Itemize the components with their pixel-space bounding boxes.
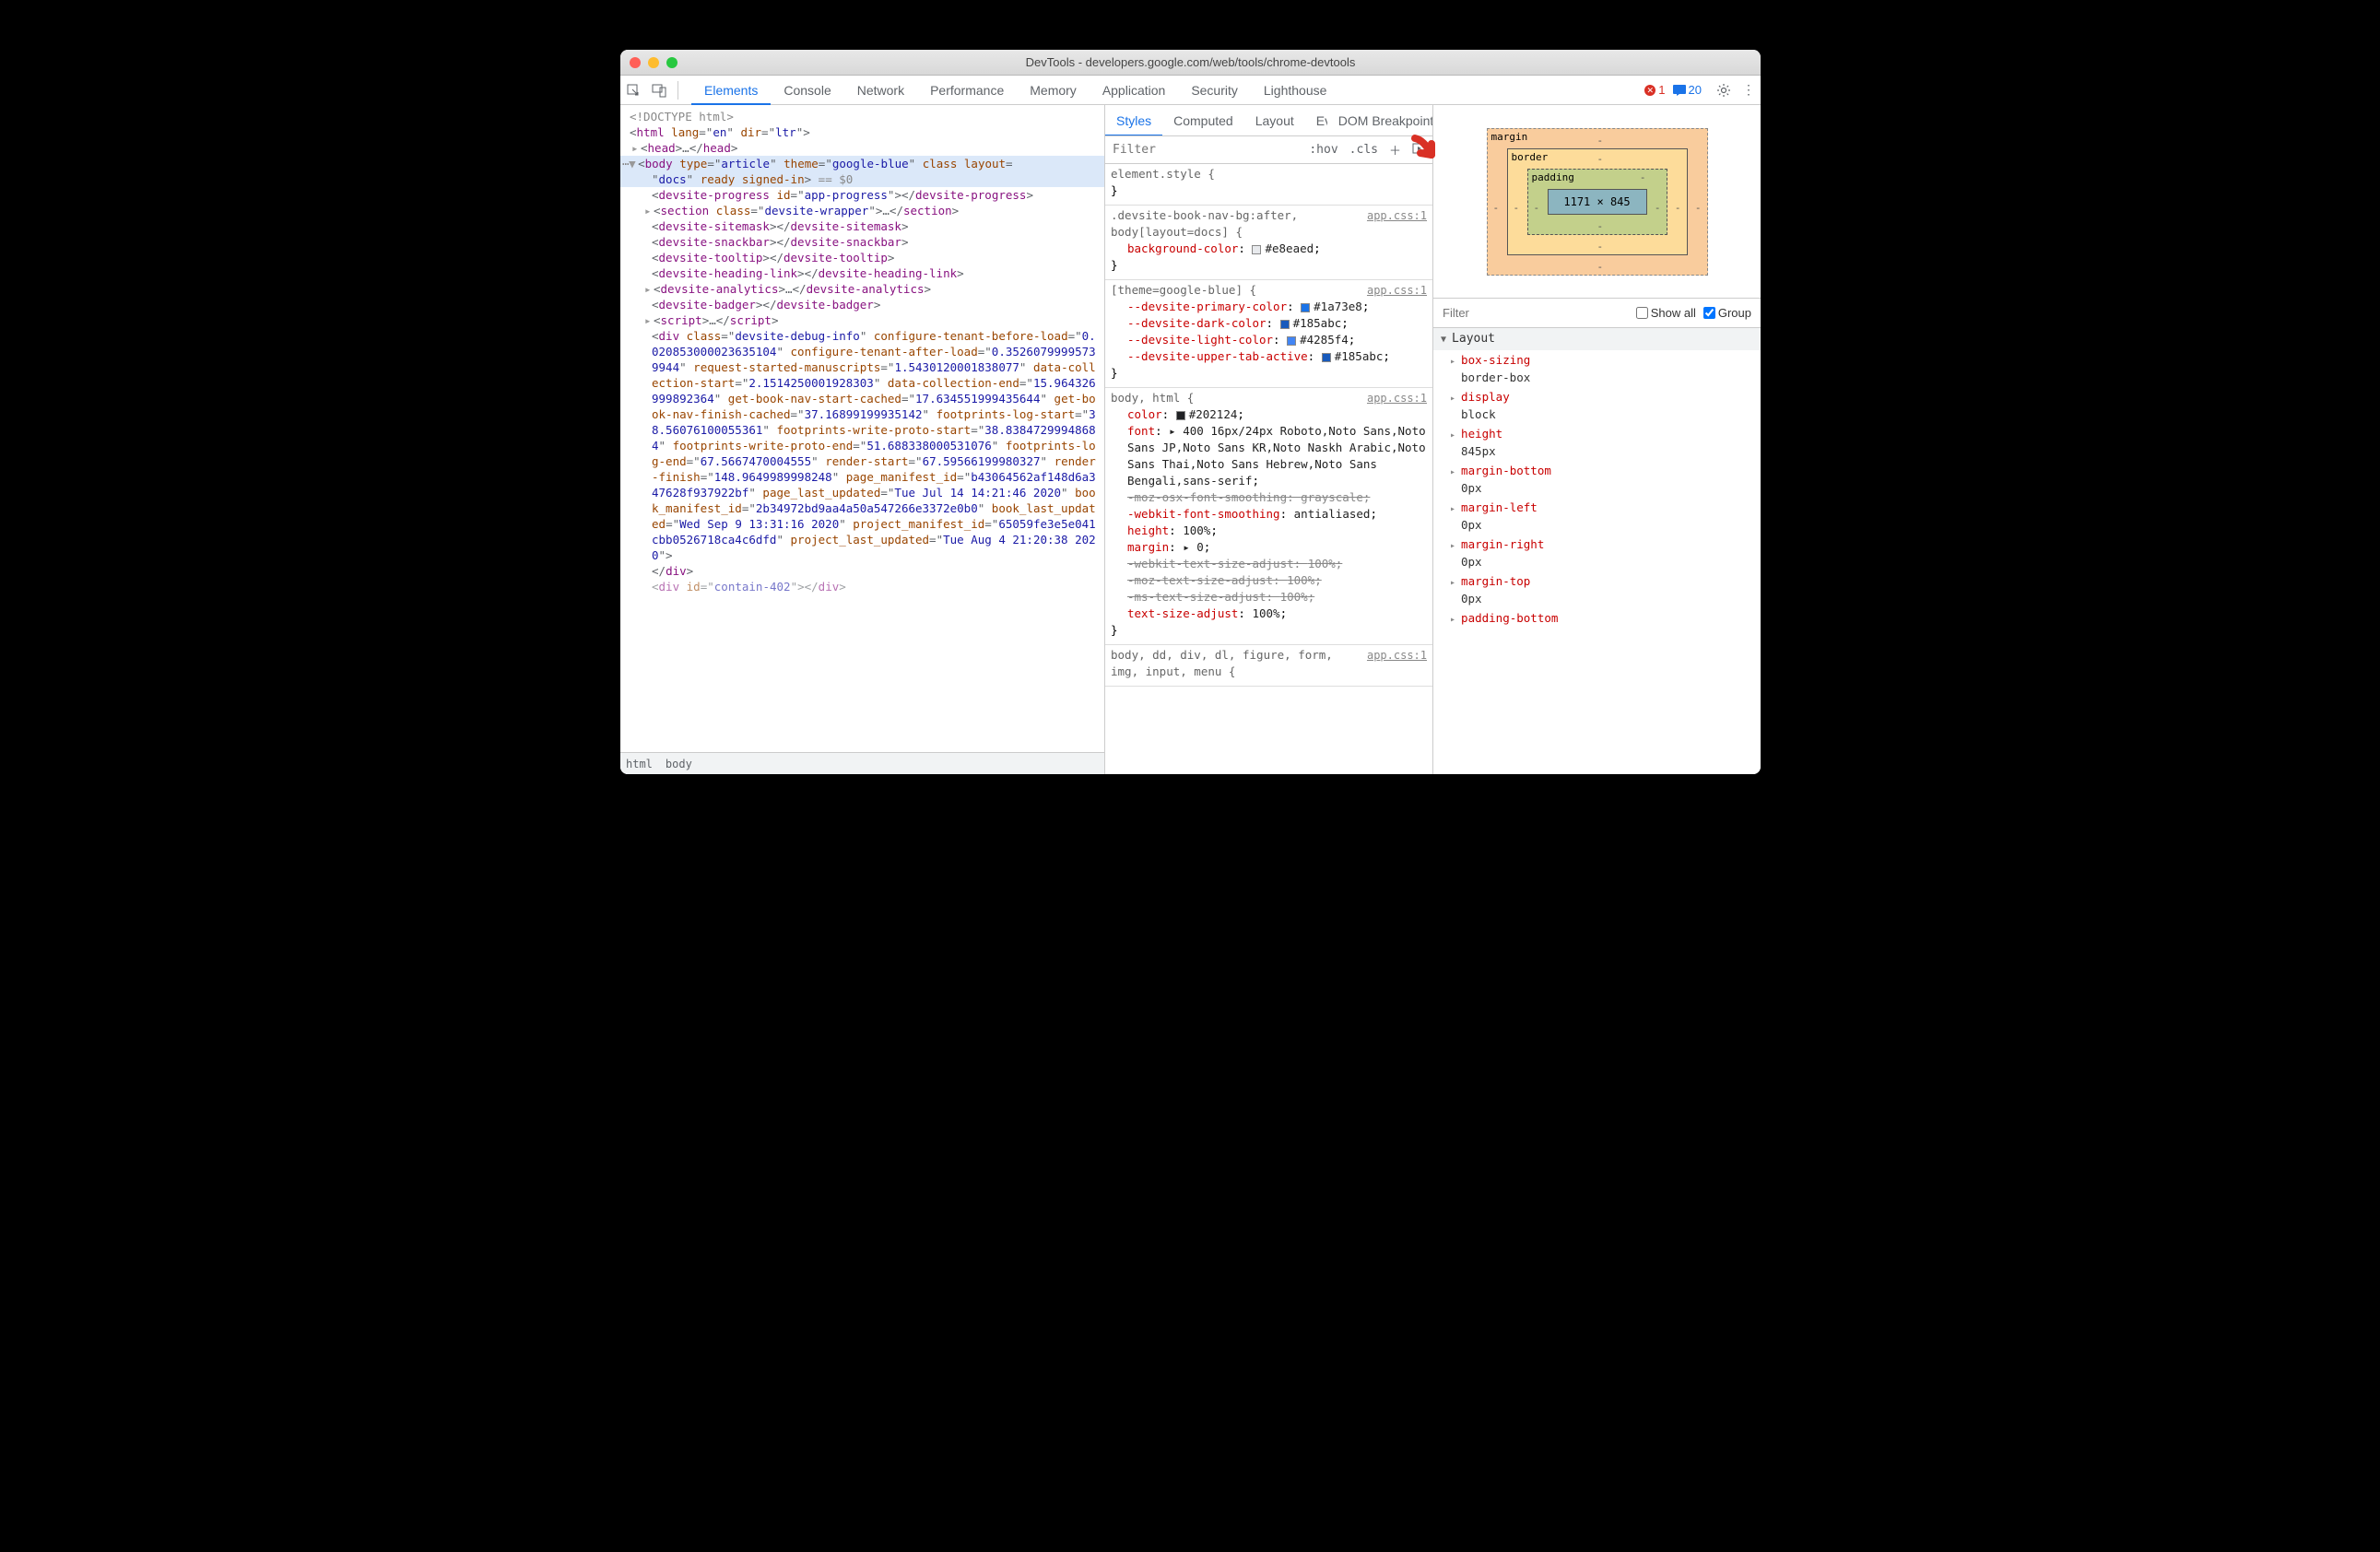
padding-label: padding [1532, 171, 1574, 183]
breadcrumb: html body [620, 752, 1104, 774]
styles-filter-input[interactable] [1105, 143, 1303, 157]
group-checkbox[interactable]: Group [1703, 306, 1751, 320]
subtab-styles[interactable]: Styles [1105, 105, 1162, 136]
subtab-computed[interactable]: Computed [1162, 105, 1244, 136]
tab-application[interactable]: Application [1090, 76, 1179, 105]
settings-icon[interactable] [1711, 76, 1737, 105]
crumb-body[interactable]: body [666, 758, 692, 770]
titlebar: DevTools - developers.google.com/web/too… [620, 50, 1761, 76]
divider [677, 81, 678, 100]
subtab-dom-breakpoints[interactable]: DOM Breakpoints [1327, 105, 1432, 136]
border-label: border [1512, 151, 1549, 163]
error-count[interactable]: ✕1 [1644, 83, 1665, 97]
tab-memory[interactable]: Memory [1017, 76, 1090, 105]
box-model: margin -- -- border -- -- padding- - -- … [1433, 105, 1761, 299]
device-toggle-icon[interactable] [646, 76, 674, 105]
margin-label: margin [1491, 131, 1528, 143]
tab-console[interactable]: Console [771, 76, 843, 105]
tab-elements[interactable]: Elements [691, 76, 771, 105]
inspect-icon[interactable] [620, 76, 646, 105]
cls-toggle[interactable]: .cls [1344, 143, 1384, 157]
computed-filter-input[interactable] [1443, 306, 1629, 320]
subtab-layout[interactable]: Layout [1244, 105, 1305, 136]
window-title: DevTools - developers.google.com/web/too… [620, 55, 1761, 69]
source-link[interactable]: app.css:1 [1367, 647, 1427, 664]
dom-tree[interactable]: <!DOCTYPE html><html lang="en" dir="ltr"… [620, 105, 1104, 752]
hov-toggle[interactable]: :hov [1303, 143, 1343, 157]
show-all-checkbox[interactable]: Show all [1636, 306, 1696, 320]
tab-security[interactable]: Security [1178, 76, 1251, 105]
styles-panel[interactable]: element.style {}app.css:1.devsite-book-n… [1105, 164, 1432, 774]
computed-panel[interactable]: Layout box-sizingborder-boxdisplayblockh… [1433, 328, 1761, 774]
main-tabs: Elements Console Network Performance Mem… [691, 76, 1339, 105]
subtab-event-listeners[interactable]: Ev isteners [1305, 105, 1327, 136]
message-count[interactable]: 20 [1673, 83, 1702, 97]
tab-performance[interactable]: Performance [917, 76, 1017, 105]
source-link[interactable]: app.css:1 [1367, 390, 1427, 406]
source-link[interactable]: app.css:1 [1367, 282, 1427, 299]
group-layout[interactable]: Layout [1433, 328, 1761, 350]
new-style-rule-icon[interactable]: ＋ [1384, 141, 1407, 159]
tab-network[interactable]: Network [844, 76, 917, 105]
main-toolbar: Elements Console Network Performance Mem… [620, 76, 1761, 105]
styles-filter-row: :hov .cls ＋ [1105, 136, 1432, 164]
computed-styles-icon[interactable] [1407, 143, 1432, 158]
content-size: 1171 × 845 [1548, 189, 1647, 215]
crumb-html[interactable]: html [626, 758, 653, 770]
tab-lighthouse[interactable]: Lighthouse [1251, 76, 1340, 105]
computed-filter-row: Show all Group [1433, 299, 1761, 328]
devtools-window: DevTools - developers.google.com/web/too… [620, 50, 1761, 774]
sidebar-tabs: Styles Computed Layout Ev isteners DOM B… [1105, 105, 1432, 136]
source-link[interactable]: app.css:1 [1367, 207, 1427, 224]
kebab-menu-icon[interactable]: ⋮ [1737, 76, 1761, 105]
